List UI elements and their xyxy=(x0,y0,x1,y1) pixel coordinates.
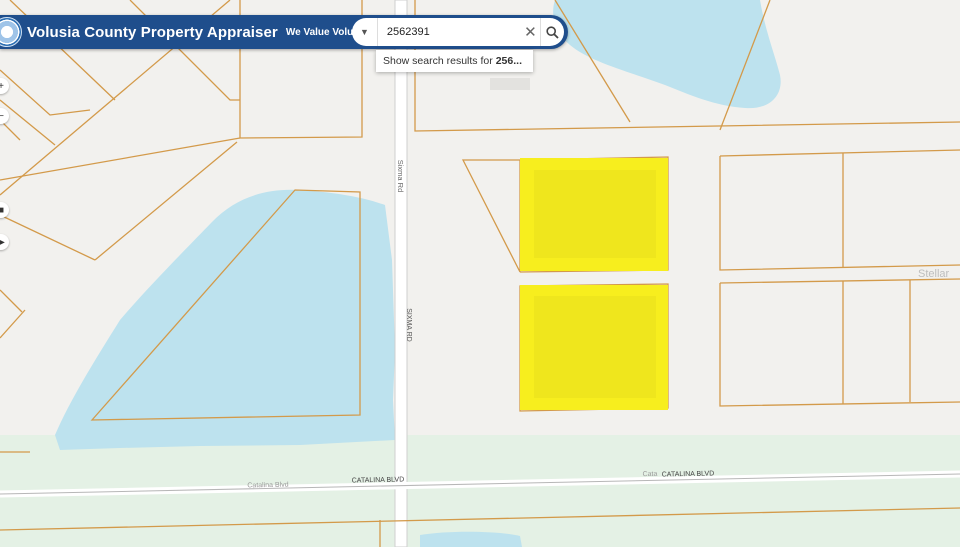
search-suggestion[interactable]: Show search results for 256... xyxy=(376,50,533,72)
search-box: ▼ ✕ xyxy=(352,18,564,46)
app-header: Volusia County Property Appraiser We Val… xyxy=(0,15,568,49)
building xyxy=(490,78,530,90)
search-icon xyxy=(546,25,559,39)
search-button[interactable] xyxy=(540,18,564,46)
search-input[interactable] xyxy=(384,25,517,39)
road-label-catalina-right: CATALINA BLVD xyxy=(662,470,715,478)
sixma-road xyxy=(394,0,408,547)
place-label-partial: Stellar xyxy=(918,268,950,280)
app-title: Volusia County Property Appraiser xyxy=(27,23,278,41)
suggestion-prefix: Show search results for xyxy=(383,55,493,67)
suggestion-term: 256... xyxy=(495,55,522,67)
road-label-catalina-right-prefix: Cata xyxy=(642,471,657,478)
road-label-catalina-left: Catalina Blvd xyxy=(247,482,288,490)
county-seal-logo[interactable] xyxy=(0,17,22,47)
close-icon[interactable]: ✕ xyxy=(521,23,540,41)
lake-bottom xyxy=(420,531,522,547)
caret-down-icon: ▼ xyxy=(359,27,369,37)
road-label-catalina-center: CATALINA BLVD xyxy=(352,476,405,484)
search-type-dropdown[interactable]: ▼ xyxy=(352,18,378,46)
road-label-sixma-upper: Sixma Rd xyxy=(396,160,405,193)
road-label-sixma-lower: SIXMA RD xyxy=(405,308,412,341)
map-canvas[interactable]: Sixma Rd SIXMA RD Catalina Blvd CATALINA… xyxy=(0,0,960,547)
